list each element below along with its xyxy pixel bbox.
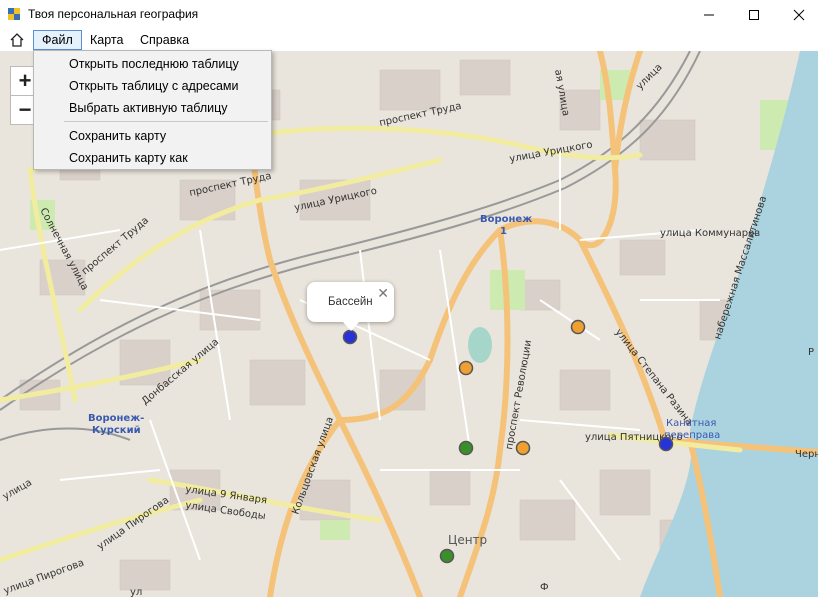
map-label: ул [130, 587, 142, 597]
popup-text: Бассейн [328, 296, 373, 308]
map-label: 1 [500, 226, 507, 237]
map-label: Ф [540, 582, 549, 593]
close-button[interactable] [776, 0, 818, 29]
popup-close-icon[interactable]: ✕ [377, 285, 389, 302]
map-label: Воронеж [480, 214, 532, 225]
map-label: переправа [664, 430, 720, 441]
menu-file[interactable]: Файл [33, 30, 82, 50]
popup-tip [343, 322, 359, 331]
menu-save-map-as[interactable]: Сохранить карту как [69, 149, 188, 167]
marker-orange-3[interactable] [515, 440, 531, 456]
map-label: Канатная [666, 418, 716, 429]
map-label: Черн [795, 449, 818, 460]
map-label: Центр [448, 533, 487, 547]
map-label: Р [808, 347, 814, 358]
menu-open-address-table[interactable]: Открыть таблицу с адресами [69, 77, 239, 95]
marker-popup: Бассейн ✕ [307, 282, 394, 331]
marker-orange-1[interactable] [458, 360, 474, 376]
close-icon [793, 9, 805, 20]
title-bar: Твоя персональная география [0, 0, 818, 29]
minimize-button[interactable] [686, 0, 732, 29]
app-icon [8, 8, 20, 20]
pool-marker[interactable] [342, 329, 358, 345]
window-title: Твоя персональная география [28, 7, 199, 21]
map-label: Воронеж- [88, 413, 144, 424]
menu-bar: Файл Карта Справка [0, 29, 818, 51]
menu-help[interactable]: Справка [132, 31, 197, 49]
menu-open-last-table[interactable]: Открыть последнюю таблицу [69, 55, 239, 73]
marker-blue-2[interactable] [658, 436, 674, 452]
menu-save-map[interactable]: Сохранить карту [69, 127, 166, 145]
file-menu-dropdown: Открыть последнюю таблицу Открыть таблиц… [33, 50, 272, 170]
maximize-icon [749, 9, 759, 20]
marker-green-1[interactable] [458, 440, 474, 456]
marker-orange-2[interactable] [570, 319, 586, 335]
menu-separator [64, 121, 268, 122]
home-icon[interactable] [8, 32, 26, 48]
menu-map[interactable]: Карта [82, 31, 131, 49]
minimize-icon [704, 14, 714, 15]
maximize-button[interactable] [731, 0, 777, 29]
map-label: Курский [92, 425, 141, 436]
marker-green-2[interactable] [439, 548, 455, 564]
menu-select-active-table[interactable]: Выбрать активную таблицу [69, 99, 228, 117]
